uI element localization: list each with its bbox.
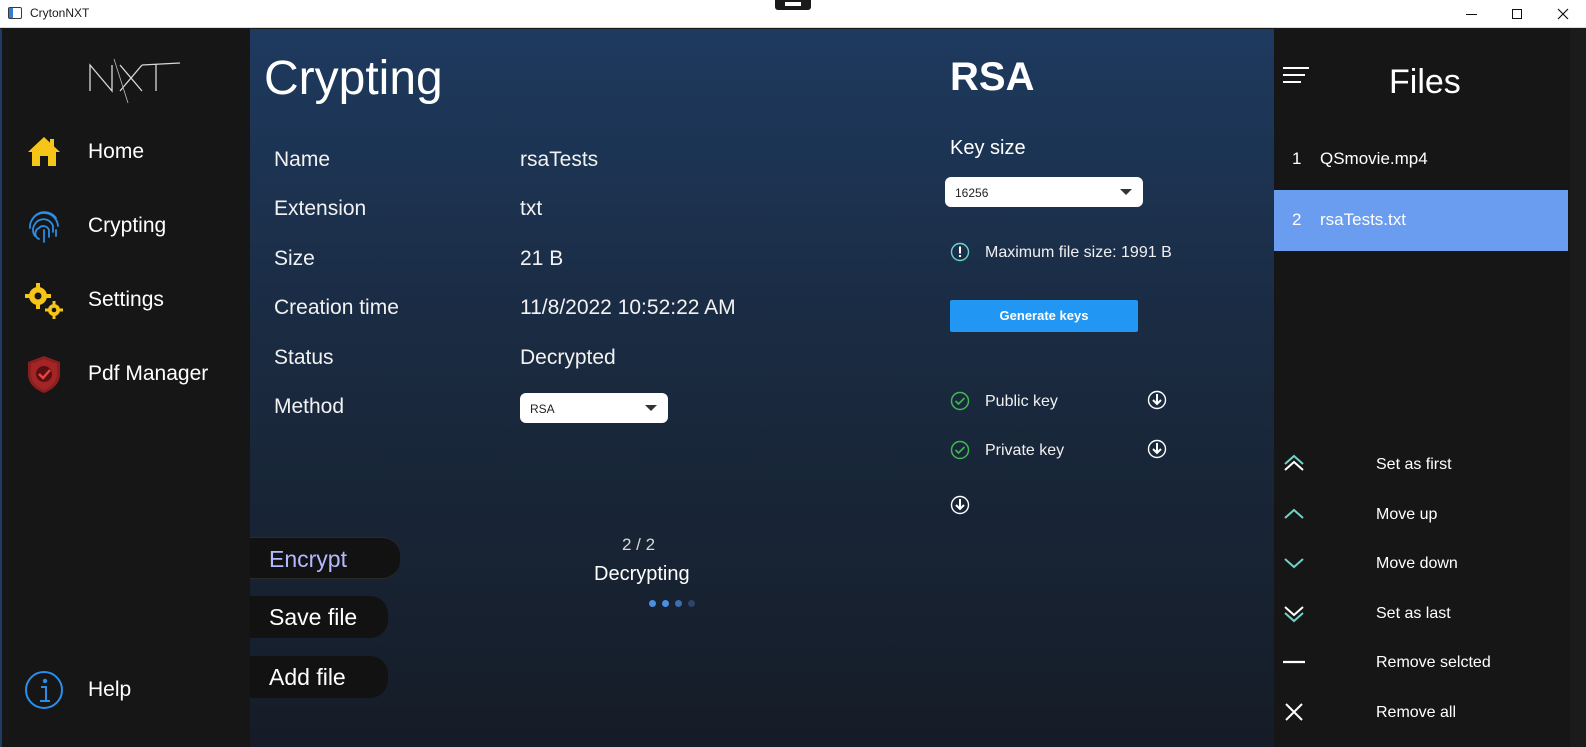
file-list-item-selected[interactable]: 2 rsaTests.txt (1274, 190, 1568, 251)
maximize-button[interactable] (1494, 0, 1540, 28)
progress-dot (649, 600, 656, 607)
property-label-name: Name (274, 148, 331, 171)
sidebar-item-label: Crypting (88, 214, 167, 237)
progress-dot (662, 600, 669, 607)
fingerprint-icon (29, 211, 59, 243)
property-value-extension: txt (520, 197, 543, 220)
file-number: 2 (1292, 210, 1302, 229)
move-down-button[interactable]: Move down (1274, 543, 1568, 583)
file-name: QSmovie.mp4 (1320, 149, 1428, 168)
sidebar-item-label: Home (88, 140, 145, 163)
download-public-key-icon[interactable] (1147, 390, 1167, 410)
gears-icon (25, 283, 63, 319)
command-label: Set as first (1376, 456, 1452, 473)
chevron-up-icon (1284, 508, 1304, 519)
encrypt-button[interactable]: Encrypt (250, 537, 400, 579)
property-value-creation-time: 11/8/2022 10:52:22 AM (520, 296, 736, 319)
window-edge (1570, 29, 1586, 747)
exclamation-icon (950, 242, 970, 262)
command-label: Remove all (1376, 704, 1457, 721)
key-size-select-value: 16256 (955, 186, 989, 200)
double-chevron-up-icon (1284, 454, 1304, 471)
progress-label: Decrypting (594, 563, 690, 585)
sidebar: Home Crypting Settings Pdf Manager Help (0, 29, 250, 747)
key-size-select[interactable]: 16256 (945, 177, 1143, 207)
public-key-label: Public key (985, 393, 1058, 410)
check-circle-icon (950, 391, 970, 411)
info-icon (25, 671, 63, 709)
chevron-down-icon (1120, 189, 1132, 195)
property-label-method: Method (274, 395, 345, 418)
command-label: Set as last (1376, 605, 1451, 622)
property-label-creation-time: Creation time (274, 296, 399, 319)
file-name: rsaTests.txt (1320, 210, 1406, 229)
method-select-value: RSA (530, 402, 555, 416)
progress-dots (649, 600, 695, 607)
command-label: Move up (1376, 506, 1438, 523)
minimize-icon (1465, 13, 1477, 15)
command-label: Move down (1376, 555, 1458, 572)
double-chevron-down-icon (1284, 606, 1304, 623)
sidebar-item-label: Settings (88, 288, 164, 311)
progress-dot (688, 600, 695, 607)
key-size-label: Key size (950, 137, 1026, 159)
move-up-button[interactable]: Move up (1274, 494, 1568, 534)
command-label: Remove selcted (1376, 654, 1491, 671)
main-panel: Crypting Name rsaTests Extension txt Siz… (250, 29, 1274, 747)
chevron-down-icon (1284, 558, 1304, 569)
check-circle-icon (950, 440, 970, 460)
page-title: Crypting (264, 52, 443, 105)
add-file-button[interactable]: Add file (250, 656, 388, 698)
rsa-title: RSA (950, 55, 1035, 99)
minimize-button[interactable] (1448, 0, 1494, 28)
save-file-button[interactable]: Save file (250, 596, 388, 638)
sidebar-item-settings[interactable]: Settings (2, 272, 252, 328)
generate-keys-button[interactable]: Generate keys (950, 300, 1138, 332)
title-bar: CrytonNXT (0, 0, 1586, 28)
maximize-icon (1512, 9, 1522, 19)
sidebar-item-label: Pdf Manager (88, 362, 209, 385)
download-private-key-icon[interactable] (1147, 439, 1167, 459)
property-value-status: Decrypted (520, 346, 616, 369)
private-key-label: Private key (985, 442, 1065, 459)
close-icon (1557, 8, 1569, 20)
close-window-button[interactable] (1540, 0, 1586, 28)
set-as-last-button[interactable]: Set as last (1274, 593, 1568, 633)
remove-all-button[interactable]: Remove all (1274, 692, 1568, 732)
menu-icon[interactable] (1283, 67, 1309, 87)
sidebar-item-pdf-manager[interactable]: Pdf Manager (2, 346, 252, 402)
max-file-size-text: Maximum file size: 1991 B (985, 244, 1172, 261)
remove-selected-button[interactable]: Remove selcted (1274, 642, 1568, 682)
chevron-down-icon (645, 405, 657, 411)
sidebar-item-home[interactable]: Home (2, 124, 252, 180)
sidebar-item-help[interactable]: Help (2, 662, 252, 718)
property-label-status: Status (274, 346, 334, 369)
progress-dot (675, 600, 682, 607)
shield-check-icon (28, 356, 60, 393)
download-icon[interactable] (950, 495, 970, 515)
snap-grip[interactable] (775, 0, 811, 10)
file-number: 1 (1292, 149, 1302, 168)
sidebar-item-label: Help (88, 678, 132, 701)
file-list-item[interactable]: 1 QSmovie.mp4 (1274, 129, 1568, 190)
app-icon (8, 7, 22, 19)
set-as-first-button[interactable]: Set as first (1274, 444, 1568, 484)
nxt-logo (89, 58, 181, 104)
sidebar-item-crypting[interactable]: Crypting (2, 198, 252, 254)
home-icon (28, 137, 60, 166)
window-title: CrytonNXT (30, 6, 90, 20)
property-value-name: rsaTests (520, 148, 599, 171)
files-title: Files (1389, 63, 1461, 101)
close-icon (1285, 703, 1303, 721)
progress-count: 2 / 2 (622, 535, 656, 554)
property-value-size: 21 B (520, 247, 564, 270)
property-label-size: Size (274, 247, 315, 270)
method-select[interactable]: RSA (520, 393, 668, 423)
files-panel: Files 1 QSmovie.mp4 2 rsaTests.txt Set a… (1274, 29, 1570, 747)
property-label-extension: Extension (274, 197, 367, 220)
minus-icon (1283, 660, 1305, 664)
